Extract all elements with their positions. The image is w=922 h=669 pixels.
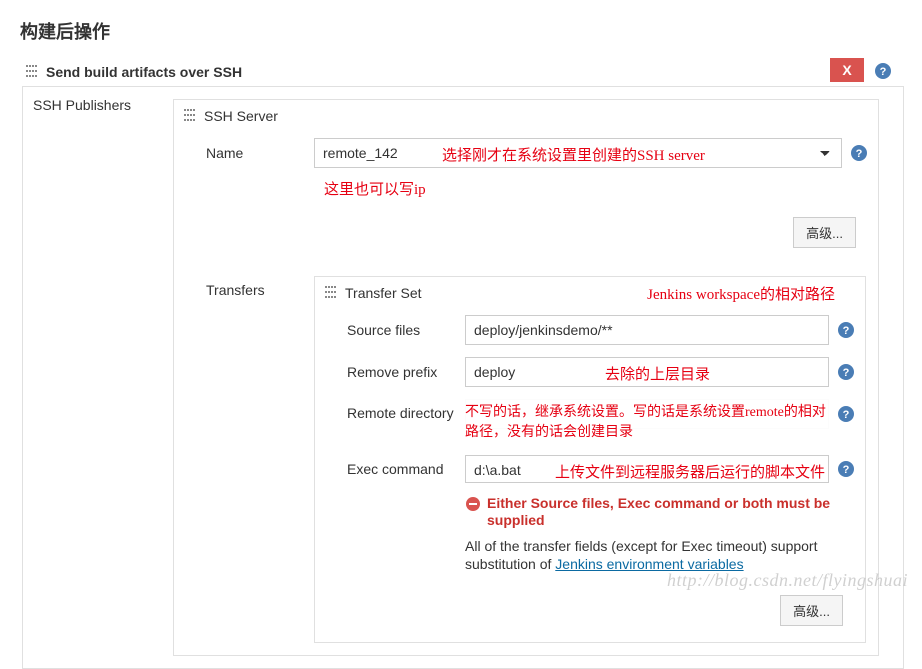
annotation-workspace-path: Jenkins workspace的相对路径	[647, 283, 835, 304]
help-icon[interactable]: ?	[837, 405, 855, 423]
svg-text:?: ?	[880, 66, 887, 78]
transfers-label: Transfers	[174, 270, 314, 298]
ssh-server-header: SSH Server	[174, 100, 878, 132]
source-files-input[interactable]	[465, 315, 829, 345]
drag-handle-icon[interactable]	[325, 286, 337, 300]
help-icon[interactable]: ?	[874, 62, 892, 85]
page-title: 构建后操作	[0, 0, 922, 58]
drag-handle-icon[interactable]	[184, 109, 196, 123]
exec-command-input[interactable]: d:\a.bat	[465, 455, 829, 483]
svg-text:?: ?	[843, 367, 850, 379]
advanced-button[interactable]: 高级...	[793, 217, 856, 248]
annotation-ip-note: 这里也可以写ip	[314, 178, 426, 199]
transfer-set-header: Transfer Set Jenkins workspace的相对路径	[315, 277, 865, 309]
svg-text:?: ?	[843, 325, 850, 337]
ssh-publishers-label: SSH Publishers	[23, 87, 173, 119]
remote-directory-label: Remote directory	[315, 399, 465, 421]
help-icon[interactable]: ?	[837, 460, 855, 478]
drag-handle-icon[interactable]	[26, 65, 38, 79]
svg-text:?: ?	[843, 464, 850, 476]
help-icon[interactable]: ?	[850, 144, 868, 162]
remove-prefix-input[interactable]	[465, 357, 829, 387]
source-files-label: Source files	[315, 322, 465, 338]
help-icon[interactable]: ?	[837, 321, 855, 339]
svg-text:?: ?	[856, 148, 863, 160]
error-icon	[465, 496, 481, 512]
help-icon[interactable]: ?	[837, 363, 855, 381]
advanced-button[interactable]: 高级...	[780, 595, 843, 626]
section-header: Send build artifacts over SSH X ?	[18, 58, 904, 86]
close-button[interactable]: X	[830, 58, 864, 82]
svg-text:?: ?	[843, 409, 850, 421]
annotation-remote-dir: 不写的话，继承系统设置。写的话是系统设置remote的相对路径，没有的话会创建目…	[465, 403, 839, 442]
remove-prefix-label: Remove prefix	[315, 364, 465, 380]
exec-command-label: Exec command	[315, 461, 465, 477]
section-title: Send build artifacts over SSH	[46, 64, 242, 80]
name-label: Name	[174, 145, 314, 161]
validation-error: Either Source files, Exec command or bot…	[315, 489, 865, 533]
watermark: http://blog.csdn.net/flyingshuai	[667, 570, 908, 591]
ssh-server-select[interactable]: remote_142	[314, 138, 842, 168]
